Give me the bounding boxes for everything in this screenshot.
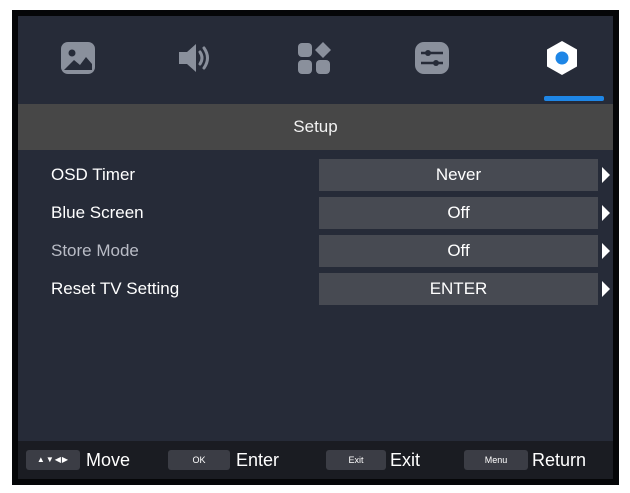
tab-selected-indicator — [544, 96, 604, 101]
picture-icon — [61, 42, 95, 74]
setting-label: OSD Timer — [51, 165, 136, 184]
setting-row-reset-tv[interactable]: Reset TV Setting ENTER — [18, 271, 613, 307]
ok-key-icon: OK — [168, 450, 230, 470]
tab-function[interactable] — [402, 28, 462, 88]
setting-label: Reset TV Setting — [51, 279, 180, 298]
page-title: Setup — [293, 117, 338, 136]
setting-value-box[interactable]: Off — [319, 197, 598, 229]
arrow-keys-icon: ▲▼◀▶ — [26, 450, 80, 470]
exit-hint: Exit — [390, 450, 421, 470]
sliders-icon — [415, 42, 449, 74]
osd-menu: Setup OSD Timer Never Blue Screen Off St… — [18, 16, 613, 479]
exit-key-icon: Exit — [326, 450, 386, 470]
enter-hint: Enter — [236, 450, 280, 470]
tab-channel[interactable] — [284, 28, 344, 88]
move-hint: Move — [86, 450, 131, 470]
gear-icon — [547, 41, 577, 75]
key-hint-bar: ▲▼◀▶ Move OK Enter Exit Exit Menu Return — [18, 441, 613, 479]
setting-row-osd-timer[interactable]: OSD Timer Never — [18, 157, 613, 193]
setting-value: Off — [447, 203, 470, 222]
setting-value: Off — [447, 241, 470, 260]
apps-grid-icon — [298, 42, 331, 74]
return-hint: Return — [532, 450, 587, 470]
tab-setup[interactable] — [532, 28, 604, 101]
right-arrow-icon[interactable] — [602, 243, 610, 259]
right-arrow-icon[interactable] — [602, 205, 610, 221]
menu-tab-bar — [18, 16, 613, 101]
setting-label: Blue Screen — [51, 203, 144, 222]
setting-label: Store Mode — [51, 241, 139, 260]
tab-sound[interactable] — [164, 28, 224, 88]
tv-frame: Setup OSD Timer Never Blue Screen Off St… — [12, 10, 619, 485]
setting-value-box[interactable]: Off — [319, 235, 598, 267]
setting-row-blue-screen[interactable]: Blue Screen Off — [18, 195, 613, 231]
setting-row-store-mode[interactable]: Store Mode Off — [18, 233, 613, 269]
menu-key-icon: Menu — [464, 450, 528, 470]
setting-value: ENTER — [429, 279, 488, 298]
setting-value-box[interactable]: Never — [319, 159, 598, 191]
right-arrow-icon[interactable] — [602, 167, 610, 183]
setting-value-box[interactable]: ENTER — [319, 273, 598, 305]
speaker-icon — [179, 44, 209, 72]
right-arrow-icon[interactable] — [602, 281, 610, 297]
tab-picture[interactable] — [48, 28, 108, 88]
setting-value: Never — [435, 165, 482, 184]
menu-title-bar: Setup — [18, 104, 613, 150]
